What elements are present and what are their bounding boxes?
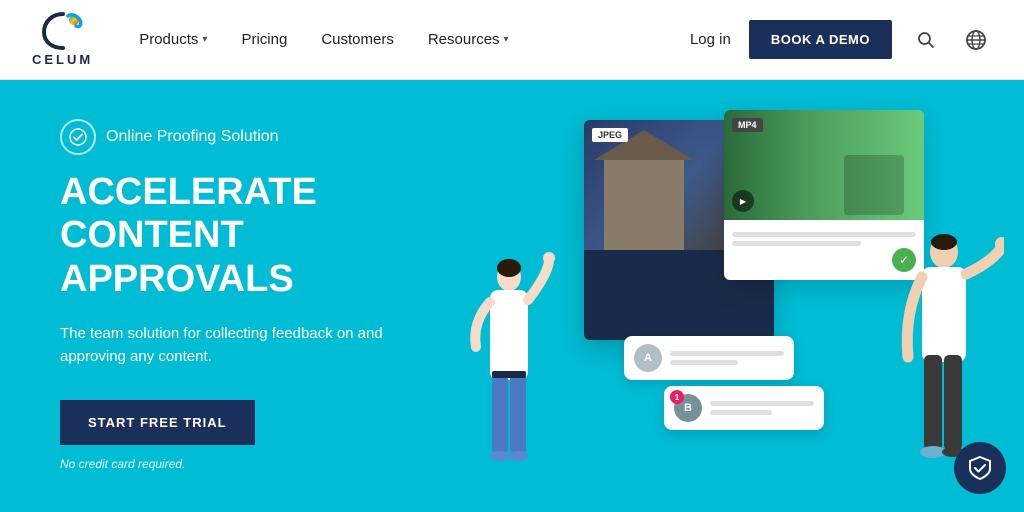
comment-bubble-2: B 1 <box>664 386 824 430</box>
resources-chevron-icon: ▾ <box>504 34 509 45</box>
hero-title: ACCELERATE CONTENT APPROVALS <box>60 171 440 302</box>
nav-products[interactable]: Products ▾ <box>125 23 221 56</box>
badge-check-icon <box>60 119 96 155</box>
nav-links: Products ▾ Pricing Customers Resources ▾ <box>125 23 690 56</box>
notification-dot: 1 <box>670 390 684 404</box>
person-left-illustration <box>454 192 564 512</box>
start-trial-button[interactable]: START FREE TRIAL <box>60 400 255 445</box>
search-icon[interactable] <box>910 24 942 56</box>
comment-line-1b <box>670 360 738 365</box>
products-chevron-icon: ▾ <box>202 34 207 45</box>
nav-pricing[interactable]: Pricing <box>227 23 301 56</box>
no-credit-card-text: No credit card required. <box>60 457 185 471</box>
hero-badge: Online Proofing Solution <box>60 119 440 155</box>
logo[interactable]: CELUM <box>32 12 93 67</box>
shield-check-icon <box>966 454 994 482</box>
hero-section: Online Proofing Solution ACCELERATE CONT… <box>0 80 1024 512</box>
comment-line-2b <box>710 410 772 415</box>
avatar-1: A <box>634 344 662 372</box>
shield-badge <box>954 442 1006 494</box>
hero-description: The team solution for collecting feedbac… <box>60 322 400 369</box>
mp4-label: MP4 <box>732 118 763 132</box>
nav-right: Log in BOOK A DEMO <box>690 20 992 59</box>
play-icon: ▶ <box>732 190 754 212</box>
comment-line-1a <box>670 351 784 356</box>
comment-line-2a <box>710 401 814 406</box>
line-2 <box>732 241 861 246</box>
comment-lines-2 <box>710 401 814 415</box>
login-link[interactable]: Log in <box>690 31 731 48</box>
navbar: CELUM Products ▾ Pricing Customers Resou… <box>0 0 1024 80</box>
book-demo-button[interactable]: BOOK A DEMO <box>749 20 892 59</box>
logo-icon <box>42 12 84 50</box>
logo-wordmark: CELUM <box>32 52 93 67</box>
comment-lines-1 <box>670 351 784 365</box>
jpeg-label: JPEG <box>592 128 628 142</box>
hero-badge-text: Online Proofing Solution <box>106 128 279 146</box>
hero-illustration: JPEG ▶ MP4 ✓ A <box>424 80 1024 512</box>
globe-icon[interactable] <box>960 24 992 56</box>
hero-content: Online Proofing Solution ACCELERATE CONT… <box>0 119 440 474</box>
building-shape <box>604 160 684 250</box>
avatar-container-2: B 1 <box>674 394 702 422</box>
nav-resources[interactable]: Resources ▾ <box>414 23 523 56</box>
comment-bubble-1: A <box>624 336 794 380</box>
avatar-container-1: A <box>634 344 662 372</box>
nav-customers[interactable]: Customers <box>307 23 408 56</box>
